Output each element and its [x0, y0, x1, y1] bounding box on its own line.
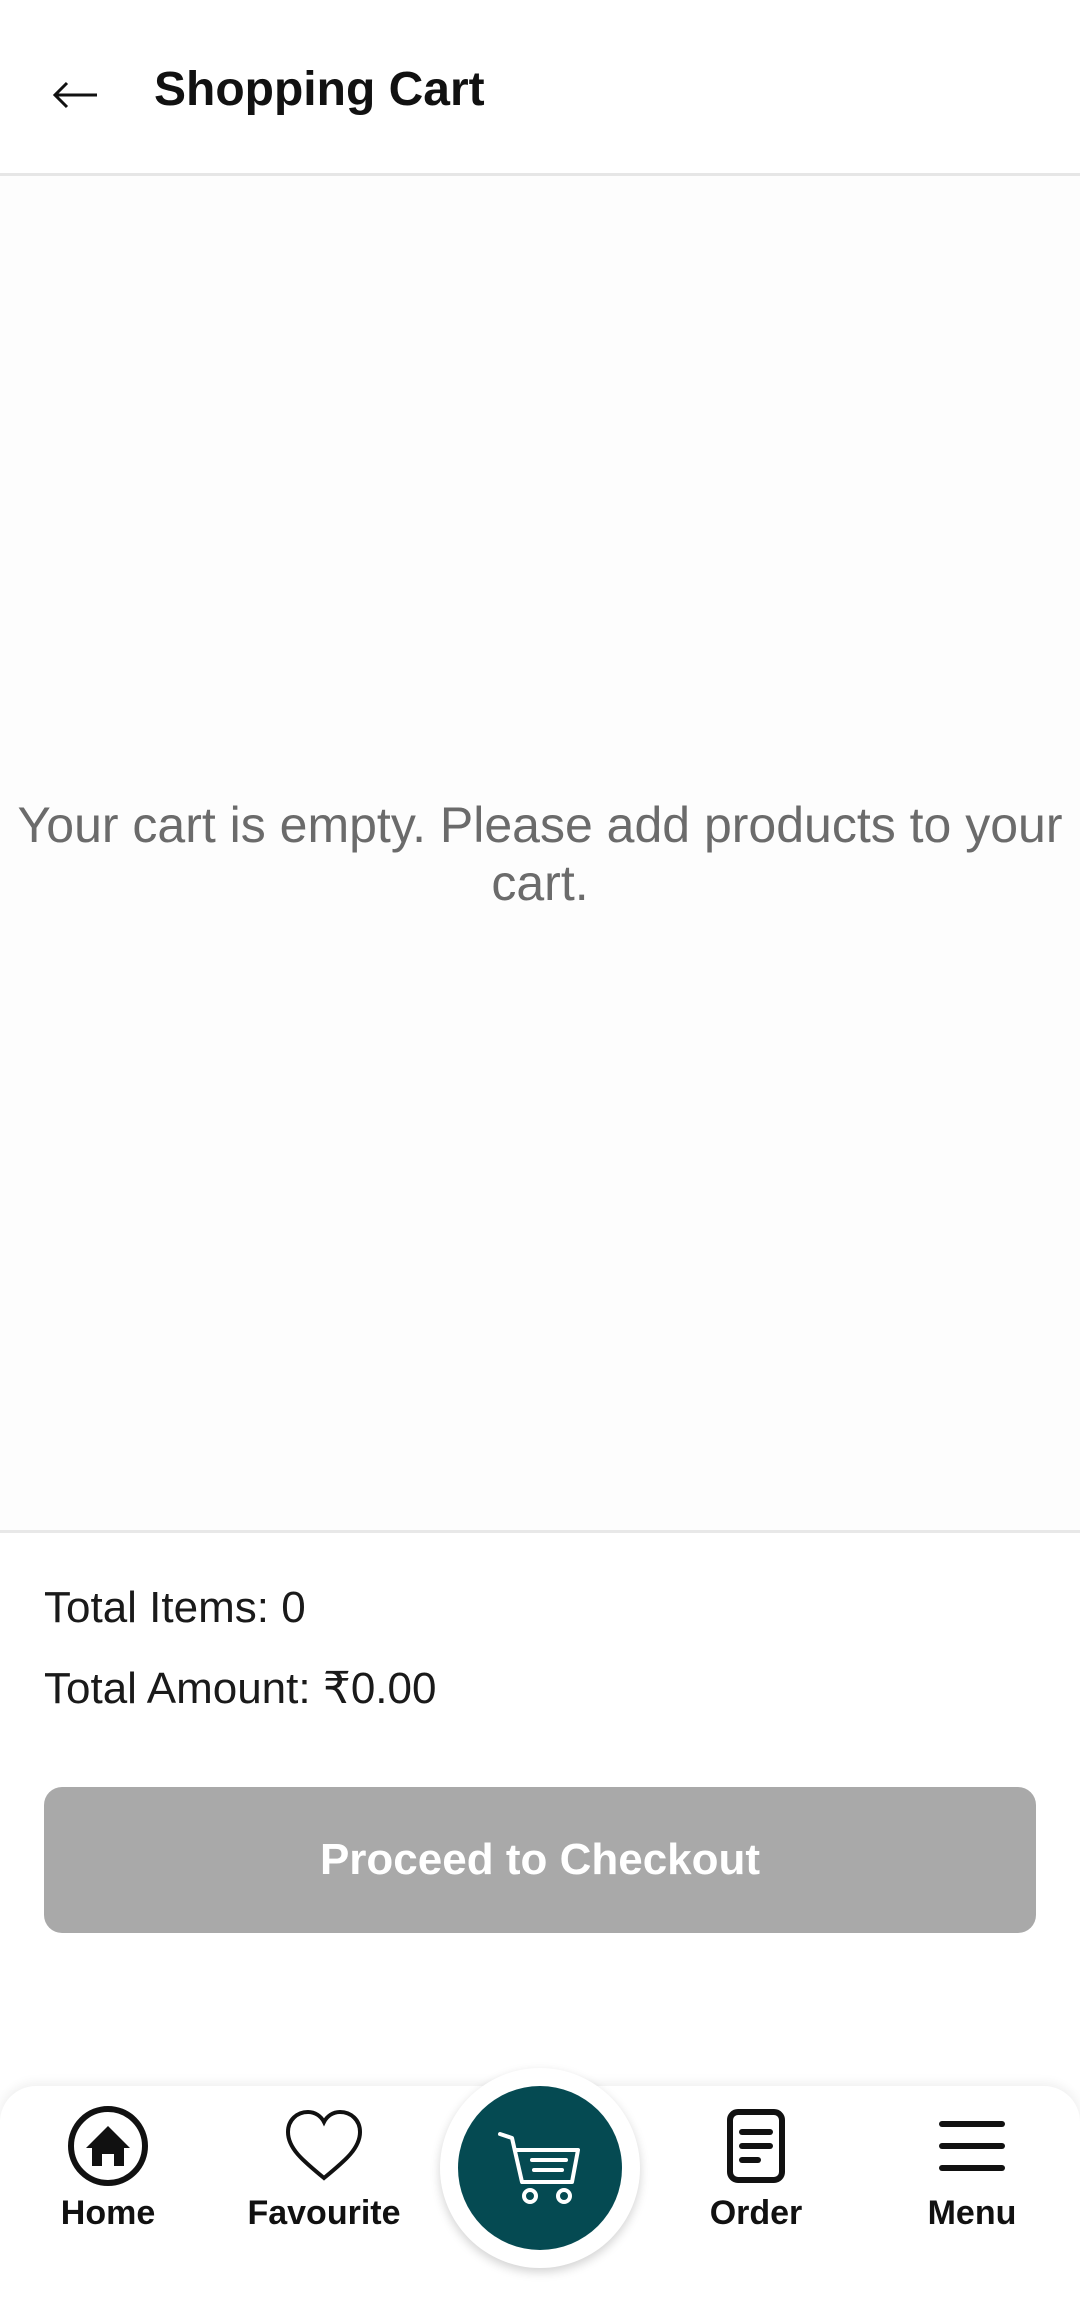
- empty-cart-message: Your cart is empty. Please add products …: [17, 797, 1063, 911]
- nav-item-cart[interactable]: [458, 2086, 622, 2250]
- nav-item-menu[interactable]: Menu: [872, 2104, 1072, 2254]
- back-button[interactable]: [40, 60, 110, 130]
- home-icon: [68, 2106, 148, 2186]
- order-icon: [727, 2109, 785, 2183]
- page-title: Shopping Cart: [154, 63, 485, 116]
- nav-item-order[interactable]: Order: [656, 2104, 856, 2254]
- app-header: Shopping Cart: [0, 0, 1080, 176]
- nav-item-favourite[interactable]: Favourite: [224, 2104, 424, 2254]
- total-items: Total Items: 0: [44, 1583, 306, 1632]
- nav-label-menu: Menu: [927, 2194, 1017, 2232]
- nav-label-order: Order: [709, 2194, 803, 2232]
- nav-item-home[interactable]: Home: [8, 2104, 208, 2254]
- nav-label-home: Home: [60, 2194, 156, 2232]
- menu-icon: [939, 2121, 1005, 2171]
- nav-label-favourite: Favourite: [247, 2194, 401, 2232]
- total-amount: Total Amount: ₹0.00: [44, 1664, 437, 1713]
- arrow-left-icon: [52, 81, 97, 109]
- cart-summary: Total Items: 0 Total Amount: ₹0.00 Proce…: [0, 1530, 1080, 2090]
- shopping-cart-screen: Shopping Cart Your cart is empty. Please…: [0, 0, 1080, 2306]
- heart-icon: [285, 2109, 363, 2181]
- cart-icon: [498, 2132, 580, 2204]
- proceed-to-checkout-button[interactable]: Proceed to Checkout: [44, 1787, 1036, 1933]
